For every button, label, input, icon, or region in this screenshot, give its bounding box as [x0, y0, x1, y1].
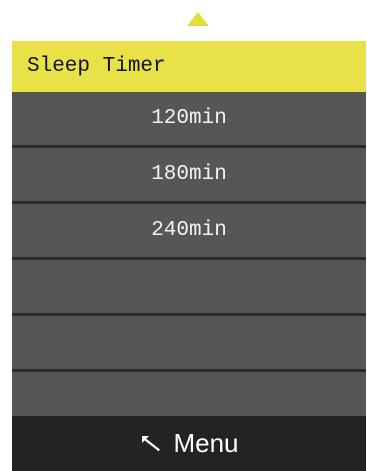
option-list: 120min 180min 240min — [12, 92, 366, 428]
option-label: 180min — [151, 163, 227, 186]
back-arrow-icon — [142, 435, 161, 451]
scroll-up-icon[interactable] — [187, 12, 209, 26]
menu-back-label: Menu — [173, 428, 239, 458]
sleep-timer-menu: Sleep Timer 120min 180min 240min Menu — [12, 41, 366, 471]
empty-option-row — [12, 316, 366, 372]
menu-back-button[interactable]: Menu — [12, 416, 366, 471]
option-240min[interactable]: 240min — [12, 204, 366, 260]
option-label: 240min — [151, 219, 227, 242]
option-120min[interactable]: 120min — [12, 92, 366, 148]
menu-title: Sleep Timer — [12, 41, 366, 92]
option-180min[interactable]: 180min — [12, 148, 366, 204]
menu-title-label: Sleep Timer — [27, 55, 166, 78]
option-label: 120min — [151, 107, 227, 130]
empty-option-row — [12, 260, 366, 316]
